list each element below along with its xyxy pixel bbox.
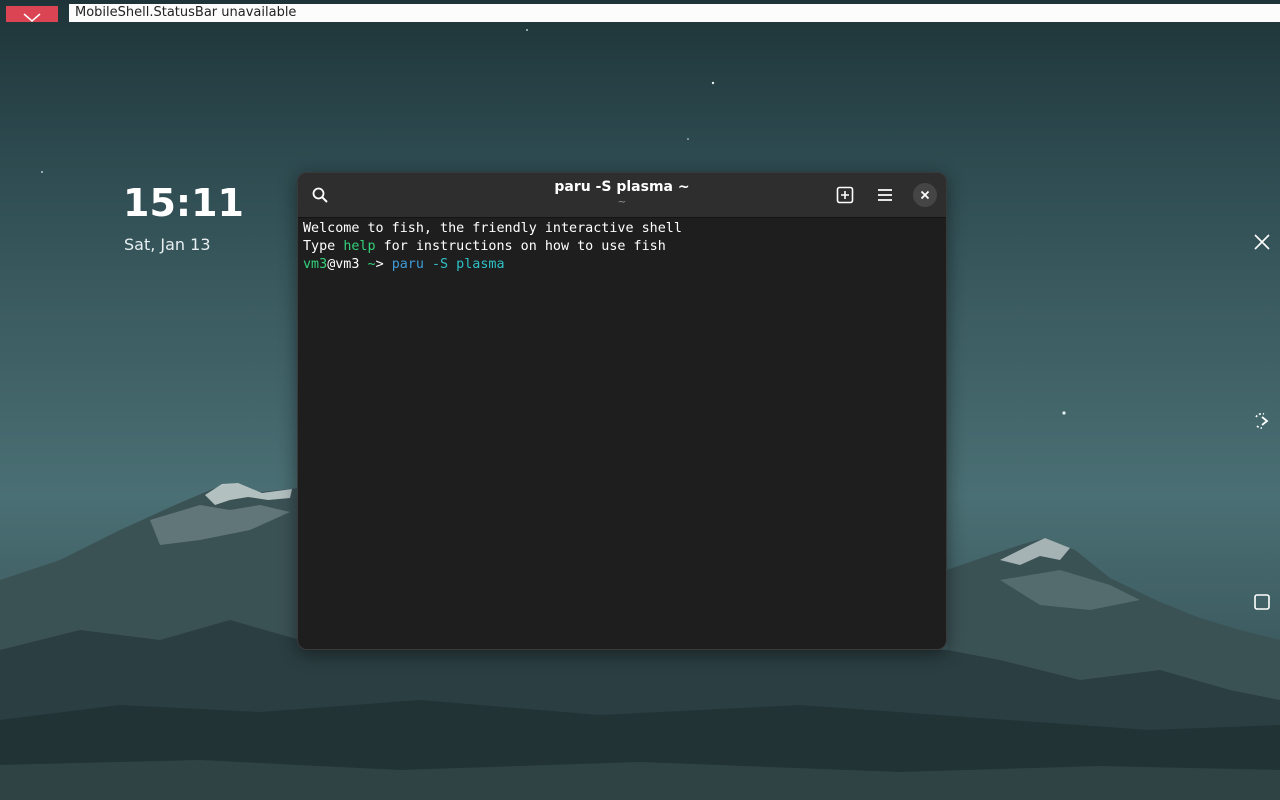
welcome-text: Welcome to fish, the friendly interactiv… bbox=[303, 221, 682, 236]
new-tab-icon bbox=[836, 186, 854, 204]
close-icon bbox=[1254, 234, 1270, 250]
status-bar-error-message: MobileShell.StatusBar unavailable bbox=[69, 4, 1280, 22]
overview-button[interactable] bbox=[1250, 590, 1274, 614]
terminal-line: Welcome to fish, the friendly interactiv… bbox=[303, 220, 941, 238]
clock-date: Sat, Jan 13 bbox=[124, 235, 211, 254]
close-window-button[interactable] bbox=[913, 183, 937, 207]
help-suffix: for instructions on how to use fish bbox=[375, 239, 666, 254]
prompt-host: @vm3 bbox=[327, 257, 360, 272]
terminal-window[interactable]: paru -S plasma ~ ~ Welcome to fish, the … bbox=[297, 172, 947, 650]
hamburger-menu-icon bbox=[878, 189, 892, 201]
rotate-button[interactable] bbox=[1250, 409, 1274, 433]
help-prefix: Type bbox=[303, 239, 344, 254]
prompt-user: vm3 bbox=[303, 257, 328, 272]
prompt-cwd: ~ bbox=[359, 257, 376, 272]
error-icon bbox=[6, 6, 58, 22]
prompt-line[interactable]: vm3@vm3 ~> paru -S plasma bbox=[303, 256, 941, 274]
main-menu-button[interactable] bbox=[871, 181, 899, 209]
side-close-button[interactable] bbox=[1250, 230, 1274, 254]
desktop-wallpaper: MobileShell.StatusBar unavailable 15:11 … bbox=[0, 0, 1280, 800]
square-icon bbox=[1254, 594, 1270, 610]
prompt-arrow: > bbox=[375, 257, 392, 272]
rotate-icon bbox=[1255, 412, 1269, 429]
terminal-line: Type help for instructions on how to use… bbox=[303, 238, 941, 256]
help-command: help bbox=[343, 239, 376, 254]
close-icon bbox=[920, 190, 930, 200]
terminal-output[interactable]: Welcome to fish, the friendly interactiv… bbox=[303, 220, 941, 644]
new-tab-button[interactable] bbox=[831, 181, 859, 209]
typed-command: paru bbox=[391, 257, 424, 272]
clock-time: 15:11 bbox=[123, 181, 244, 225]
typed-args: -S plasma bbox=[423, 257, 505, 272]
terminal-headerbar[interactable]: paru -S plasma ~ ~ bbox=[298, 173, 946, 218]
